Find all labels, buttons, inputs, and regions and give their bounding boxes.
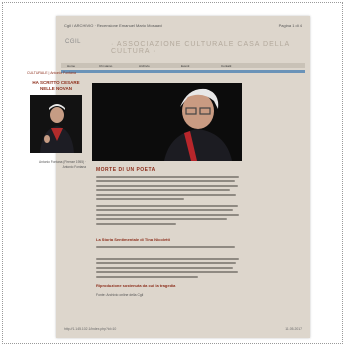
page-header: Cgil / ARCHIVIO · Recensione Emanuel Mar…: [61, 21, 305, 31]
author-photo-large: [92, 83, 242, 161]
subheading-2: Riproduzione sostenuta da cui la tragedi…: [96, 283, 176, 288]
photo-caption: Antonio Fontana (Firenze 1955) · Antonio…: [39, 160, 86, 169]
site-banner: CGIL · ASSOCIAZIONE CULTURALE CASA DELLA…: [61, 36, 305, 56]
header-right: Pagina 1 di 4: [278, 23, 302, 28]
nav-item-home[interactable]: Home: [67, 64, 75, 68]
accent-bar: [61, 70, 305, 73]
paragraph-1: [96, 176, 242, 202]
left-column: CULTURALE | Antonio Fontana HA SCRITTO C…: [27, 71, 85, 92]
paragraph-2: [96, 205, 242, 227]
paragraph-3: [96, 246, 242, 250]
author-figure-small: [30, 95, 82, 153]
header-left: Cgil / ARCHIVIO · Recensione Emanuel Mar…: [64, 23, 163, 28]
nav-item-eventi[interactable]: Eventi: [181, 64, 189, 68]
nav-item-contatti[interactable]: Contatti: [221, 64, 231, 68]
author-photo-small: [30, 95, 82, 153]
paragraph-4: [96, 258, 242, 280]
nav-item-archivio[interactable]: Archivio: [139, 64, 150, 68]
site-logo[interactable]: CGIL: [65, 39, 81, 45]
source-note: Fonte: Archivio online della Cgil: [96, 293, 144, 297]
left-title: HA SCRITTO CESARE NELLE NOVAN: [27, 80, 85, 92]
subheading-1: La Storia Sentimentale di Tina Nicoletti: [96, 237, 170, 242]
nav-bar: Home Chi siamo Archivio Eventi Contatti: [61, 63, 305, 68]
breadcrumb[interactable]: CULTURALE | Antonio Fontana: [27, 71, 85, 75]
author-figure-large: [92, 83, 242, 161]
left-title-line2: NELLE NOVAN: [40, 86, 72, 91]
nav-item-chi-siamo[interactable]: Chi siamo: [99, 64, 112, 68]
masthead: · ASSOCIAZIONE CULTURALE CASA DELLA CULT…: [111, 41, 290, 55]
section-title: MORTE DI UN POETA: [96, 167, 156, 173]
